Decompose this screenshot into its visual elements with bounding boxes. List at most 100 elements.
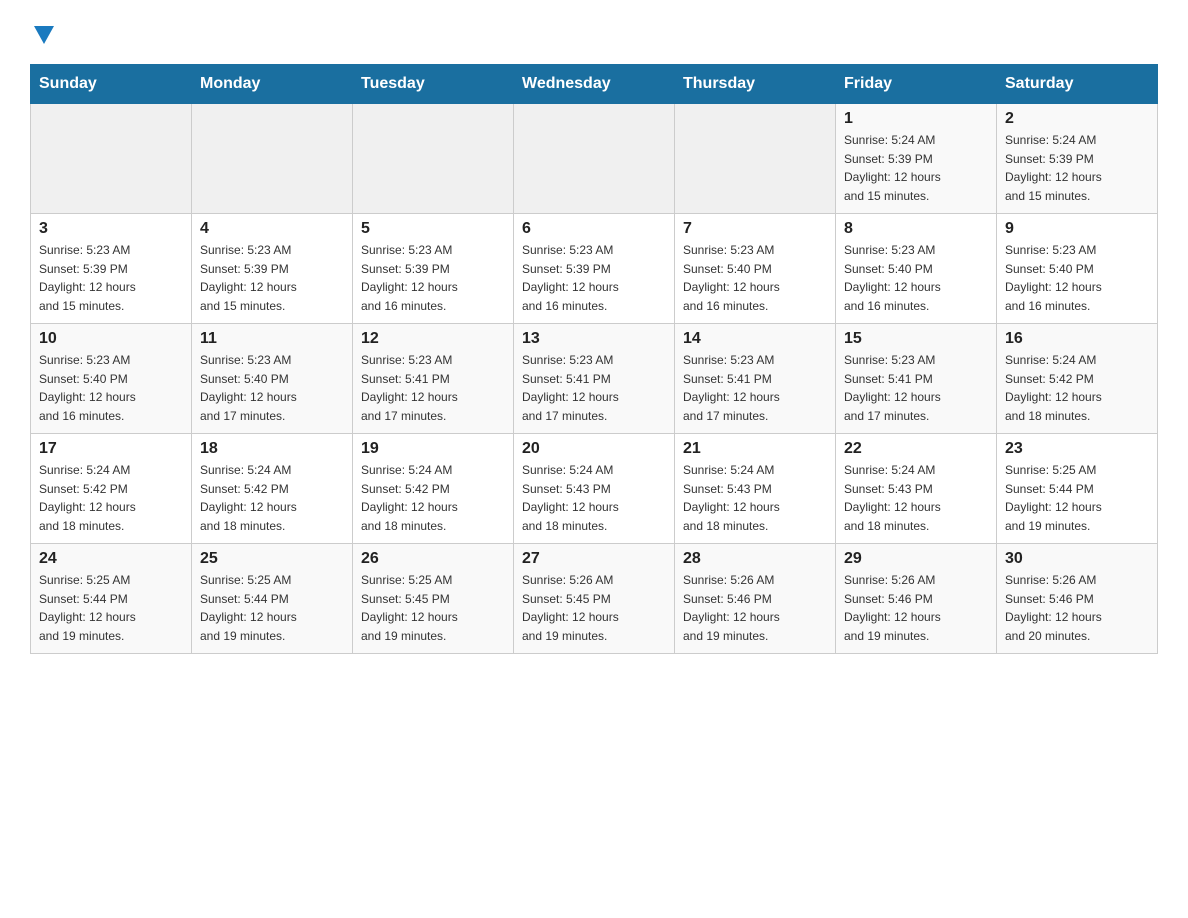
- calendar-cell: 14 Sunrise: 5:23 AM Sunset: 5:41 PM Dayli…: [675, 324, 836, 434]
- day-info: Sunrise: 5:24 AM Sunset: 5:42 PM Dayligh…: [1005, 351, 1149, 425]
- day-info: Sunrise: 5:24 AM Sunset: 5:43 PM Dayligh…: [683, 461, 827, 535]
- header-friday: Friday: [836, 65, 997, 104]
- calendar-cell: [31, 104, 192, 214]
- day-info: Sunrise: 5:24 AM Sunset: 5:42 PM Dayligh…: [39, 461, 183, 535]
- day-info: Sunrise: 5:23 AM Sunset: 5:40 PM Dayligh…: [39, 351, 183, 425]
- day-info: Sunrise: 5:23 AM Sunset: 5:41 PM Dayligh…: [844, 351, 988, 425]
- day-info: Sunrise: 5:23 AM Sunset: 5:39 PM Dayligh…: [361, 241, 505, 315]
- calendar-cell: 1 Sunrise: 5:24 AM Sunset: 5:39 PM Daylig…: [836, 104, 997, 214]
- day-number: 9: [1005, 220, 1149, 238]
- day-number: 17: [39, 440, 183, 458]
- day-number: 7: [683, 220, 827, 238]
- calendar-week-row: 17 Sunrise: 5:24 AM Sunset: 5:42 PM Dayli…: [31, 434, 1158, 544]
- day-number: 30: [1005, 550, 1149, 568]
- day-number: 20: [522, 440, 666, 458]
- day-info: Sunrise: 5:26 AM Sunset: 5:46 PM Dayligh…: [844, 571, 988, 645]
- header-sunday: Sunday: [31, 65, 192, 104]
- header-tuesday: Tuesday: [353, 65, 514, 104]
- day-number: 23: [1005, 440, 1149, 458]
- calendar-week-row: 1 Sunrise: 5:24 AM Sunset: 5:39 PM Daylig…: [31, 104, 1158, 214]
- day-number: 4: [200, 220, 344, 238]
- calendar-cell: 11 Sunrise: 5:23 AM Sunset: 5:40 PM Dayli…: [192, 324, 353, 434]
- day-info: Sunrise: 5:23 AM Sunset: 5:39 PM Dayligh…: [200, 241, 344, 315]
- day-info: Sunrise: 5:23 AM Sunset: 5:41 PM Dayligh…: [361, 351, 505, 425]
- day-number: 8: [844, 220, 988, 238]
- day-number: 3: [39, 220, 183, 238]
- calendar-cell: 19 Sunrise: 5:24 AM Sunset: 5:42 PM Dayli…: [353, 434, 514, 544]
- day-info: Sunrise: 5:23 AM Sunset: 5:39 PM Dayligh…: [522, 241, 666, 315]
- header-monday: Monday: [192, 65, 353, 104]
- calendar-cell: 15 Sunrise: 5:23 AM Sunset: 5:41 PM Dayli…: [836, 324, 997, 434]
- calendar-cell: 13 Sunrise: 5:23 AM Sunset: 5:41 PM Dayli…: [514, 324, 675, 434]
- day-info: Sunrise: 5:23 AM Sunset: 5:41 PM Dayligh…: [683, 351, 827, 425]
- day-number: 29: [844, 550, 988, 568]
- day-info: Sunrise: 5:25 AM Sunset: 5:44 PM Dayligh…: [39, 571, 183, 645]
- day-info: Sunrise: 5:24 AM Sunset: 5:43 PM Dayligh…: [844, 461, 988, 535]
- calendar-cell: 2 Sunrise: 5:24 AM Sunset: 5:39 PM Daylig…: [997, 104, 1158, 214]
- day-info: Sunrise: 5:24 AM Sunset: 5:39 PM Dayligh…: [844, 131, 988, 205]
- calendar-cell: 17 Sunrise: 5:24 AM Sunset: 5:42 PM Dayli…: [31, 434, 192, 544]
- day-info: Sunrise: 5:24 AM Sunset: 5:42 PM Dayligh…: [200, 461, 344, 535]
- calendar-week-row: 24 Sunrise: 5:25 AM Sunset: 5:44 PM Dayli…: [31, 544, 1158, 654]
- day-info: Sunrise: 5:24 AM Sunset: 5:39 PM Dayligh…: [1005, 131, 1149, 205]
- day-number: 10: [39, 330, 183, 348]
- day-number: 1: [844, 110, 988, 128]
- day-info: Sunrise: 5:25 AM Sunset: 5:44 PM Dayligh…: [200, 571, 344, 645]
- day-number: 19: [361, 440, 505, 458]
- calendar-cell: [675, 104, 836, 214]
- day-number: 28: [683, 550, 827, 568]
- calendar-cell: 3 Sunrise: 5:23 AM Sunset: 5:39 PM Daylig…: [31, 214, 192, 324]
- calendar-cell: 28 Sunrise: 5:26 AM Sunset: 5:46 PM Dayli…: [675, 544, 836, 654]
- day-number: 24: [39, 550, 183, 568]
- day-number: 26: [361, 550, 505, 568]
- day-number: 11: [200, 330, 344, 348]
- day-info: Sunrise: 5:25 AM Sunset: 5:44 PM Dayligh…: [1005, 461, 1149, 535]
- calendar-table: SundayMondayTuesdayWednesdayThursdayFrid…: [30, 64, 1158, 654]
- calendar-cell: 25 Sunrise: 5:25 AM Sunset: 5:44 PM Dayli…: [192, 544, 353, 654]
- calendar-cell: [514, 104, 675, 214]
- calendar-cell: 22Sunrise: 5:24 AM Sunset: 5:43 PM Dayli…: [836, 434, 997, 544]
- day-number: 6: [522, 220, 666, 238]
- calendar-cell: 10 Sunrise: 5:23 AM Sunset: 5:40 PM Dayli…: [31, 324, 192, 434]
- day-number: 16: [1005, 330, 1149, 348]
- calendar-cell: 23 Sunrise: 5:25 AM Sunset: 5:44 PM Dayli…: [997, 434, 1158, 544]
- day-info: Sunrise: 5:23 AM Sunset: 5:40 PM Dayligh…: [683, 241, 827, 315]
- calendar-cell: 29 Sunrise: 5:26 AM Sunset: 5:46 PM Dayli…: [836, 544, 997, 654]
- calendar-cell: [353, 104, 514, 214]
- day-info: Sunrise: 5:23 AM Sunset: 5:40 PM Dayligh…: [1005, 241, 1149, 315]
- calendar-week-row: 3 Sunrise: 5:23 AM Sunset: 5:39 PM Daylig…: [31, 214, 1158, 324]
- day-number: 15: [844, 330, 988, 348]
- day-number: 12: [361, 330, 505, 348]
- calendar-cell: 16 Sunrise: 5:24 AM Sunset: 5:42 PM Dayli…: [997, 324, 1158, 434]
- day-number: 25: [200, 550, 344, 568]
- day-info: Sunrise: 5:23 AM Sunset: 5:40 PM Dayligh…: [844, 241, 988, 315]
- logo-triangle-icon: [34, 26, 54, 44]
- calendar-cell: 21 Sunrise: 5:24 AM Sunset: 5:43 PM Dayli…: [675, 434, 836, 544]
- day-number: 5: [361, 220, 505, 238]
- day-info: Sunrise: 5:26 AM Sunset: 5:46 PM Dayligh…: [1005, 571, 1149, 645]
- day-info: Sunrise: 5:25 AM Sunset: 5:45 PM Dayligh…: [361, 571, 505, 645]
- day-number: 13: [522, 330, 666, 348]
- day-number: 21: [683, 440, 827, 458]
- calendar-cell: 27Sunrise: 5:26 AM Sunset: 5:45 PM Dayli…: [514, 544, 675, 654]
- day-info: Sunrise: 5:23 AM Sunset: 5:41 PM Dayligh…: [522, 351, 666, 425]
- calendar-cell: 9 Sunrise: 5:23 AM Sunset: 5:40 PM Daylig…: [997, 214, 1158, 324]
- calendar-cell: 12 Sunrise: 5:23 AM Sunset: 5:41 PM Dayli…: [353, 324, 514, 434]
- day-number: 27: [522, 550, 666, 568]
- day-info: Sunrise: 5:26 AM Sunset: 5:46 PM Dayligh…: [683, 571, 827, 645]
- day-number: 18: [200, 440, 344, 458]
- day-info: Sunrise: 5:24 AM Sunset: 5:43 PM Dayligh…: [522, 461, 666, 535]
- calendar-cell: 5 Sunrise: 5:23 AM Sunset: 5:39 PM Daylig…: [353, 214, 514, 324]
- calendar-cell: 30 Sunrise: 5:26 AM Sunset: 5:46 PM Dayli…: [997, 544, 1158, 654]
- day-info: Sunrise: 5:24 AM Sunset: 5:42 PM Dayligh…: [361, 461, 505, 535]
- calendar-cell: 26 Sunrise: 5:25 AM Sunset: 5:45 PM Dayli…: [353, 544, 514, 654]
- header-thursday: Thursday: [675, 65, 836, 104]
- calendar-cell: 24 Sunrise: 5:25 AM Sunset: 5:44 PM Dayli…: [31, 544, 192, 654]
- day-number: 14: [683, 330, 827, 348]
- calendar-week-row: 10 Sunrise: 5:23 AM Sunset: 5:40 PM Dayli…: [31, 324, 1158, 434]
- day-number: 2: [1005, 110, 1149, 128]
- day-info: Sunrise: 5:23 AM Sunset: 5:39 PM Dayligh…: [39, 241, 183, 315]
- day-info: Sunrise: 5:23 AM Sunset: 5:40 PM Dayligh…: [200, 351, 344, 425]
- header-saturday: Saturday: [997, 65, 1158, 104]
- calendar-cell: 6 Sunrise: 5:23 AM Sunset: 5:39 PM Daylig…: [514, 214, 675, 324]
